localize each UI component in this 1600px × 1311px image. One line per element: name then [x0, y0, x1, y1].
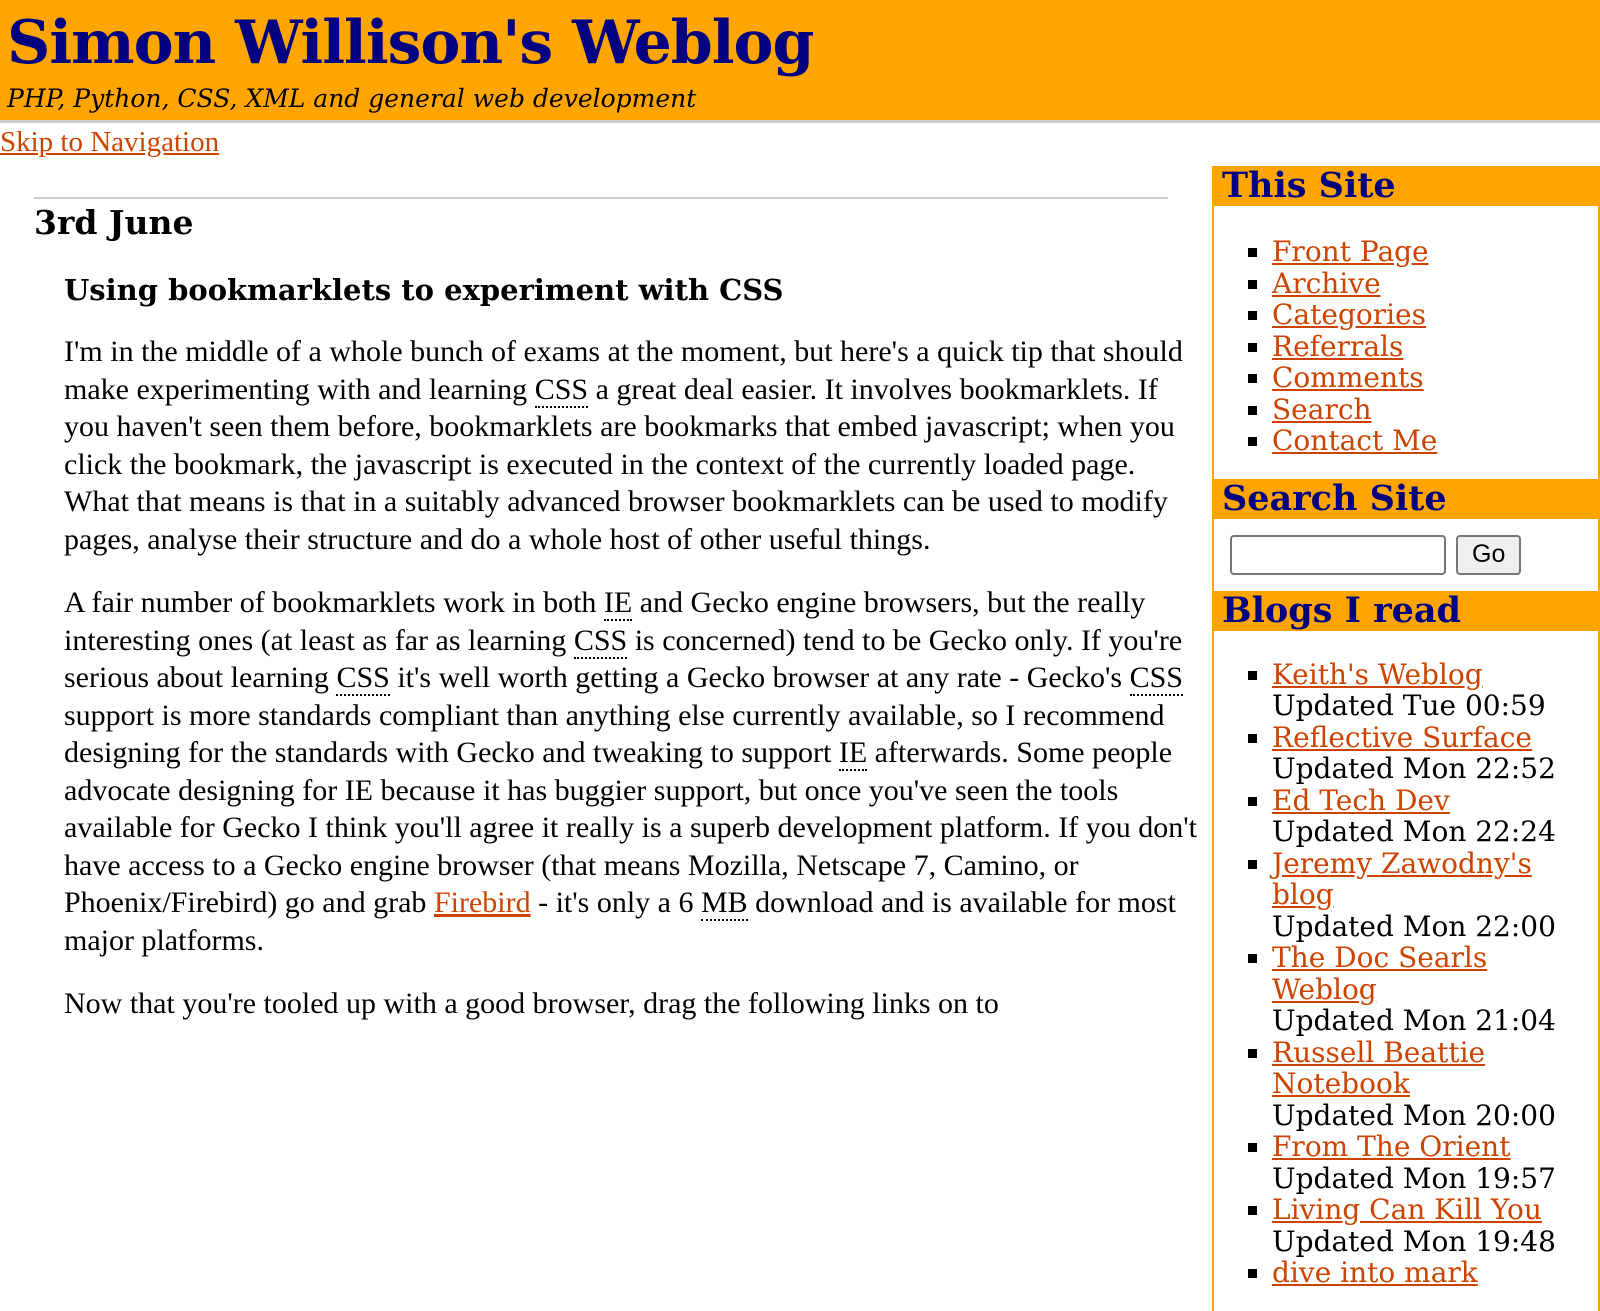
blog-link[interactable]: Keith's Weblog [1272, 658, 1483, 691]
nav-link-referrals[interactable]: Referrals [1272, 330, 1403, 363]
this-site-heading: This Site [1214, 166, 1598, 206]
nav-link-archive[interactable]: Archive [1272, 267, 1381, 300]
post-title: Using bookmarklets to experiment with CS… [64, 273, 784, 307]
site-header: Simon Willison's Weblog PHP, Python, CSS… [0, 0, 1600, 123]
main-content: 3rd June Using bookmarklets to experimen… [34, 197, 1197, 1023]
blogroll-item: The Doc Searls WeblogUpdated Mon 21:04 [1272, 942, 1598, 1037]
blog-link[interactable]: Jeremy Zawodny's blog [1272, 847, 1532, 912]
post-paragraph-1: I'm in the middle of a whole bunch of ex… [64, 333, 1204, 558]
blogroll-item: Living Can Kill YouUpdated Mon 19:48 [1272, 1194, 1598, 1257]
search-go-button[interactable]: Go [1456, 534, 1522, 575]
nav-item-contact-me: Contact Me [1272, 425, 1598, 457]
this-site-nav: Front Page Archive Categories Referrals … [1214, 206, 1598, 479]
search-site-heading: Search Site [1214, 478, 1598, 519]
blog-link[interactable]: Ed Tech Dev [1272, 784, 1450, 817]
nav-item-categories: Categories [1272, 299, 1598, 331]
abbr-css: CSS [573, 623, 628, 659]
nav-link-contact-me[interactable]: Contact Me [1272, 424, 1437, 457]
abbr-ie: IE [838, 736, 868, 771]
blog-updated-time: Updated Mon 19:57 [1272, 1161, 1556, 1195]
blogroll-item: dive into mark [1272, 1257, 1598, 1289]
text: it's well worth getting a Gecko browser … [389, 661, 1130, 694]
text: A fair number of bookmarklets work in bo… [64, 586, 604, 619]
blog-link[interactable]: Living Can Kill You [1272, 1193, 1542, 1226]
skip-to-navigation-link[interactable]: Skip to Navigation [0, 126, 219, 159]
site-title: Simon Willison's Weblog [7, 8, 814, 78]
blogroll-item: From The OrientUpdated Mon 19:57 [1272, 1131, 1598, 1194]
blog-link[interactable]: From The Orient [1272, 1130, 1510, 1163]
blog-link[interactable]: The Doc Searls Weblog [1272, 941, 1487, 1006]
blog-updated-time: Updated Mon 20:00 [1272, 1098, 1556, 1132]
firebird-link[interactable]: Firebird [434, 886, 531, 919]
blogroll-item: Russell Beattie NotebookUpdated Mon 20:0… [1272, 1036, 1598, 1132]
sidebar: This Site Front Page Archive Categories … [1212, 166, 1600, 1311]
blogroll-item: Ed Tech DevUpdated Mon 22:24 [1272, 784, 1598, 848]
blog-updated-time: Updated Tue 00:59 [1272, 689, 1546, 722]
abbr-mb: MB [700, 886, 748, 921]
blog-link[interactable]: Reflective Surface [1272, 721, 1532, 754]
blog-link[interactable]: dive into mark [1272, 1256, 1478, 1289]
nav-link-categories[interactable]: Categories [1272, 298, 1426, 331]
text: - it's only a 6 [530, 886, 701, 919]
nav-item-comments: Comments [1272, 362, 1598, 394]
blogroll-item: Jeremy Zawodny's blogUpdated Mon 22:00 [1272, 847, 1598, 943]
blogroll-item: Keith's WeblogUpdated Tue 00:59 [1272, 658, 1598, 722]
blog-updated-time: Updated Mon 22:24 [1272, 815, 1556, 848]
site-tagline: PHP, Python, CSS, XML and general web de… [7, 84, 697, 113]
post-paragraph-3: Now that you're tooled up with a good br… [64, 987, 999, 1020]
blog-link[interactable]: Russell Beattie Notebook [1272, 1036, 1485, 1101]
blog-updated-time: Updated Mon 19:48 [1272, 1224, 1556, 1258]
nav-item-archive: Archive [1272, 267, 1598, 300]
date-heading: 3rd June [34, 203, 194, 242]
abbr-css: CSS [1129, 661, 1183, 696]
nav-item-referrals: Referrals [1272, 330, 1598, 363]
abbr-css: CSS [336, 661, 390, 696]
blogroll-item: Reflective SurfaceUpdated Mon 22:52 [1272, 721, 1598, 785]
blog-updated-time: Updated Mon 21:04 [1272, 1004, 1556, 1037]
blog-updated-time: Updated Mon 22:00 [1272, 909, 1556, 943]
blogs-i-read-heading: Blogs I read [1214, 590, 1598, 631]
nav-link-comments[interactable]: Comments [1272, 361, 1424, 394]
abbr-css: CSS [534, 372, 589, 408]
search-form: Go [1214, 519, 1598, 591]
nav-item-front-page: Front Page [1272, 236, 1598, 268]
nav-link-search[interactable]: Search [1272, 393, 1372, 426]
blogroll-list: Keith's WeblogUpdated Tue 00:59 Reflecti… [1214, 631, 1598, 1311]
abbr-ie: IE [603, 586, 633, 621]
post-paragraph-2: A fair number of bookmarklets work in bo… [64, 584, 1204, 959]
nav-link-front-page[interactable]: Front Page [1272, 235, 1429, 268]
nav-item-search: Search [1272, 393, 1598, 426]
search-input[interactable] [1230, 534, 1446, 575]
blog-updated-time: Updated Mon 22:52 [1272, 752, 1556, 785]
